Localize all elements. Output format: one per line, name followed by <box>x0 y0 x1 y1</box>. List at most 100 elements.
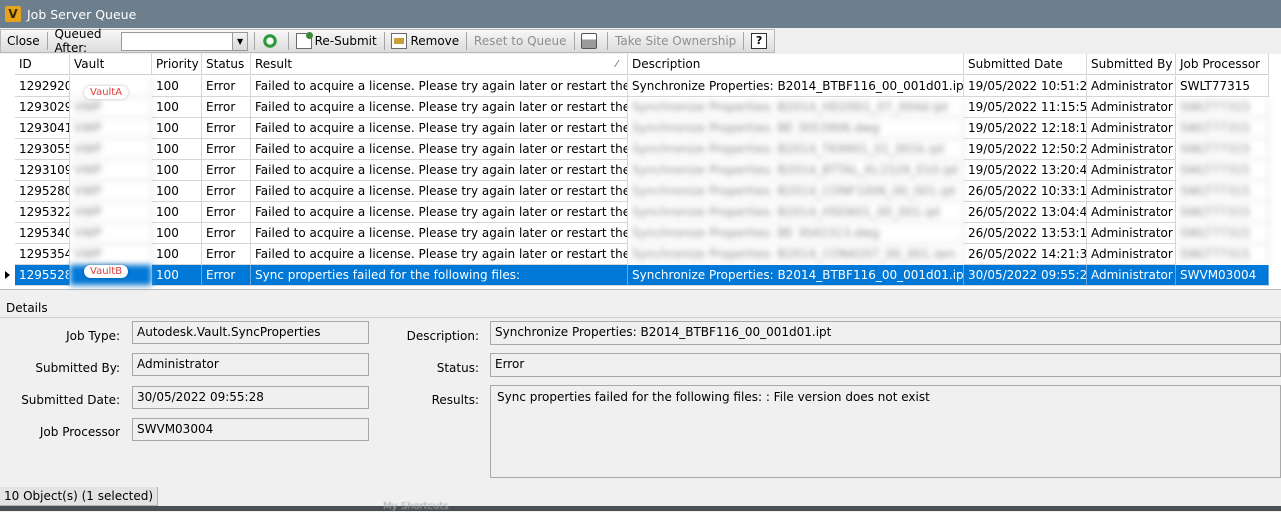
submitted-date-cell: 19/05/2022 10:51:20 <box>964 76 1087 97</box>
column-header-job-processor[interactable]: Job Processor <box>1176 54 1269 75</box>
status-cell: Error <box>202 202 251 223</box>
object-count-status: 10 Object(s) (1 selected) <box>0 487 159 506</box>
take-site-ownership-button[interactable]: Take Site Ownership <box>611 31 740 51</box>
remove-icon <box>391 33 408 49</box>
result-cell: Sync properties failed for the following… <box>251 265 628 286</box>
submitted-by-cell: Administrator <box>1087 181 1176 202</box>
table-row[interactable]: 1295528 100 Error Sync properties failed fo… <box>0 265 1269 286</box>
row-selector[interactable] <box>0 223 15 244</box>
result-cell: Failed to acquire a license. Please try … <box>251 118 628 139</box>
job-processor-cell: SWLT77315 <box>1176 181 1269 202</box>
table-row[interactable]: 1295354 VWP 100 Error Failed to acquire a li… <box>0 244 1269 265</box>
description-field[interactable]: Synchronize Properties: B2014_BTBF116_00… <box>490 321 1281 345</box>
row-selector[interactable] <box>0 76 15 97</box>
column-header-submitted-by[interactable]: Submitted By <box>1087 54 1176 75</box>
table-row[interactable]: 1293041 VWP 100 Error Failed to acquire a li… <box>0 118 1269 139</box>
details-legend: Details <box>6 301 48 315</box>
status-cell: Error <box>202 97 251 118</box>
row-selector[interactable] <box>0 265 15 286</box>
result-cell: Failed to acquire a license. Please try … <box>251 76 628 97</box>
submitted-date-field[interactable]: 30/05/2022 09:55:28 <box>132 386 369 409</box>
job-queue-grid: ID Vault Priority Status Result Descript… <box>0 54 1281 290</box>
table-row[interactable]: 1293055 VWP 100 Error Failed to acquire a li… <box>0 139 1269 160</box>
job-type-field[interactable]: Autodesk.Vault.SyncProperties <box>132 321 369 344</box>
description-cell: Synchronize Properties: BE 3053906.dwg <box>628 118 964 139</box>
details-divider <box>0 317 1281 318</box>
description-cell: Synchronize Properties: B2014_BTTAL_KL15… <box>628 160 964 181</box>
close-button-label: Close <box>7 34 40 48</box>
vault-cell: VWP <box>70 244 152 265</box>
column-header-description[interactable]: Description <box>628 54 964 75</box>
row-selector[interactable] <box>0 181 15 202</box>
vault-cell: VWP <box>70 202 152 223</box>
priority-cell: 100 <box>152 160 202 181</box>
table-row[interactable]: 1295280 VWP 100 Error Failed to acquire a li… <box>0 181 1269 202</box>
column-header-id[interactable]: ID <box>15 54 70 75</box>
row-selector[interactable] <box>0 244 15 265</box>
id-cell: 1295354 <box>15 244 70 265</box>
priority-cell: 100 <box>152 139 202 160</box>
remove-label: Remove <box>410 34 460 48</box>
submitted-date-cell: 19/05/2022 12:50:26 <box>964 139 1087 160</box>
print-button[interactable] <box>577 31 604 51</box>
table-row[interactable]: 1295340 VWP 100 Error Failed to acquire a li… <box>0 223 1269 244</box>
column-header-vault[interactable]: Vault <box>70 54 152 75</box>
table-row[interactable]: 1293109 VWP 100 Error Failed to acquire a li… <box>0 160 1269 181</box>
vault-tag-a: VaultA <box>84 86 129 99</box>
details-panel: Details Job Type: Autodesk.Vault.SyncPro… <box>0 298 1281 486</box>
window-title: Job Server Queue <box>27 6 137 22</box>
submitted-by-field[interactable]: Administrator <box>132 353 369 376</box>
queued-after-dropdown[interactable]: ▼ <box>120 31 249 51</box>
column-header-priority[interactable]: Priority <box>152 54 202 75</box>
resubmit-icon <box>295 32 313 49</box>
row-selector[interactable] <box>0 118 15 139</box>
id-cell: 1293029 <box>15 97 70 118</box>
submitted-date-label: Submitted Date: <box>21 393 120 407</box>
take-site-ownership-label: Take Site Ownership <box>615 34 737 48</box>
priority-cell: 100 <box>152 244 202 265</box>
job-processor-field[interactable]: SWVM03004 <box>132 418 369 441</box>
description-cell: Synchronize Properties: BE 3042313.dwg <box>628 223 964 244</box>
row-selector[interactable] <box>0 97 15 118</box>
background-window-strip <box>0 506 1281 511</box>
table-row[interactable]: 1292920 100 Error Failed to acquire a licen… <box>0 76 1269 97</box>
table-row[interactable]: 1295322 VWP 100 Error Failed to acquire a li… <box>0 202 1269 223</box>
submitted-date-cell: 26/05/2022 13:53:18 <box>964 223 1087 244</box>
help-icon: ? <box>751 33 768 49</box>
resubmit-button[interactable]: Re-Submit <box>292 31 381 51</box>
help-button[interactable]: ? <box>747 31 774 51</box>
row-selector[interactable] <box>0 202 15 223</box>
job-processor-cell: SWLT77315 <box>1176 223 1269 244</box>
column-header-status[interactable]: Status <box>202 54 251 75</box>
vault-cell: VWP <box>70 223 152 244</box>
priority-cell: 100 <box>152 76 202 97</box>
status-label: Status: <box>436 361 479 375</box>
row-selector[interactable] <box>0 160 15 181</box>
chevron-down-icon[interactable]: ▼ <box>232 32 248 50</box>
description-cell: Synchronize Properties: B2014_BTBF116_00… <box>628 76 964 97</box>
column-header-submitted-date[interactable]: Submitted Date <box>964 54 1087 75</box>
submitted-by-cell: Administrator <box>1087 223 1176 244</box>
result-cell: Failed to acquire a license. Please try … <box>251 97 628 118</box>
submitted-date-cell: 26/05/2022 10:33:14 <box>964 181 1087 202</box>
vault-cell: VWP <box>70 139 152 160</box>
description-cell: Synchronize Properties: B2014_TK9901_01_… <box>628 139 964 160</box>
priority-cell: 100 <box>152 265 202 286</box>
remove-button[interactable]: Remove <box>387 31 463 51</box>
toolbar-separator <box>743 32 745 50</box>
status-cell: Error <box>202 76 251 97</box>
submitted-by-cell: Administrator <box>1087 76 1176 97</box>
close-button[interactable]: Close <box>1 31 44 51</box>
status-cell: Error <box>202 244 251 265</box>
vault-cell: VWP <box>70 97 152 118</box>
reset-to-queue-button[interactable]: Reset to Queue <box>470 31 571 51</box>
queued-after-value <box>122 33 233 50</box>
refresh-button[interactable] <box>258 31 285 51</box>
status-field[interactable]: Error <box>490 353 1281 377</box>
row-selector[interactable] <box>0 139 15 160</box>
results-field[interactable]: Sync properties failed for the following… <box>490 385 1281 478</box>
vault-cell: VWP <box>70 160 152 181</box>
result-cell: Failed to acquire a license. Please try … <box>251 160 628 181</box>
table-row[interactable]: 1293029 VWP 100 Error Failed to acquire a li… <box>0 97 1269 118</box>
column-header-result[interactable]: Result <box>251 54 628 75</box>
